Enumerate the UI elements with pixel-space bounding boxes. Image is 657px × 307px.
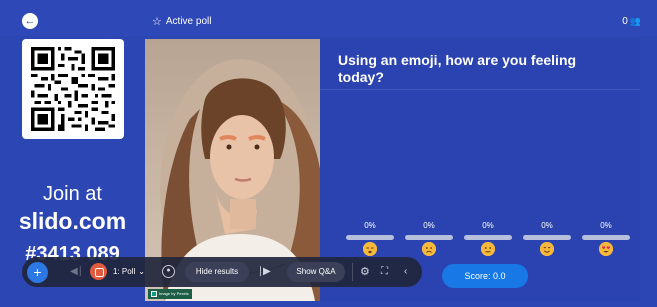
option-percent: 0% (600, 221, 612, 230)
poll-selector[interactable]: 1: Poll ⌄ (113, 257, 145, 287)
lock-icon[interactable]: ● (162, 265, 175, 278)
qr-code (22, 39, 124, 139)
result-bar (464, 235, 512, 240)
poll-option: 0% (522, 221, 572, 256)
photo-credit-text: Image by Pexels (159, 291, 189, 296)
skip-previous-icon[interactable]: ◀∣ (70, 257, 83, 287)
poll-question: Using an emoji, how are you feeling toda… (338, 52, 577, 85)
poll-selector-label: 1: Poll (113, 267, 136, 276)
hide-results-button[interactable]: Hide results (185, 262, 249, 282)
top-bar: ← ☆ Active poll 0 👥 (0, 0, 657, 36)
sad-face-icon (422, 242, 436, 256)
poll-option: 0% (463, 221, 513, 256)
back-arrow-icon[interactable]: ← (22, 13, 38, 29)
result-bar (405, 235, 453, 240)
poll-option: 0% (404, 221, 454, 256)
result-bar (582, 235, 630, 240)
skip-next-icon[interactable]: ∣▶ (258, 257, 271, 287)
pexels-logo-icon (151, 291, 157, 297)
divider (320, 89, 640, 90)
participant-count-value: 0 (622, 16, 628, 27)
join-label: Join at (43, 183, 102, 205)
active-poll-title: ☆ Active poll (152, 16, 211, 27)
chevron-down-icon: ⌄ (138, 267, 145, 276)
result-bar (346, 235, 394, 240)
option-percent: 0% (423, 221, 435, 230)
slido-present-view: ← ☆ Active poll 0 👥 Join at slido.com #3… (0, 0, 657, 307)
option-percent: 0% (364, 221, 376, 230)
star-outline-icon: ☆ (152, 15, 162, 28)
presenter-control-bar: + ◀∣ 1: Poll ⌄ ● Hide results ∣▶ Show Q&… (22, 257, 422, 287)
smiling-face-icon (540, 242, 554, 256)
participant-count[interactable]: 0 👥 (622, 16, 641, 27)
poll-option: 0% (581, 221, 631, 256)
fullscreen-icon[interactable]: ⛶ (381, 257, 388, 287)
page-title: Active poll (165, 16, 212, 27)
divider (352, 263, 353, 281)
qr-code-image (31, 47, 115, 131)
option-percent: 0% (482, 221, 494, 230)
join-url: slido.com (18, 208, 127, 234)
score-button[interactable]: Score: 0.0 (442, 264, 528, 288)
neutral-face-icon (481, 242, 495, 256)
people-icon: 👥 (629, 16, 641, 26)
poll-option: 0% (345, 221, 395, 256)
sleepy-face-icon (363, 242, 377, 256)
show-qa-button[interactable]: Show Q&A (287, 262, 345, 282)
chevron-left-icon[interactable]: ‹ (404, 257, 407, 287)
stop-icon[interactable] (90, 263, 107, 280)
photo-credit: Image by Pexels (148, 289, 192, 299)
plus-icon[interactable]: + (27, 262, 48, 283)
result-bar (523, 235, 571, 240)
gear-icon[interactable]: ⚙ (360, 257, 370, 287)
option-percent: 0% (541, 221, 553, 230)
heart-eyes-face-icon (599, 242, 613, 256)
